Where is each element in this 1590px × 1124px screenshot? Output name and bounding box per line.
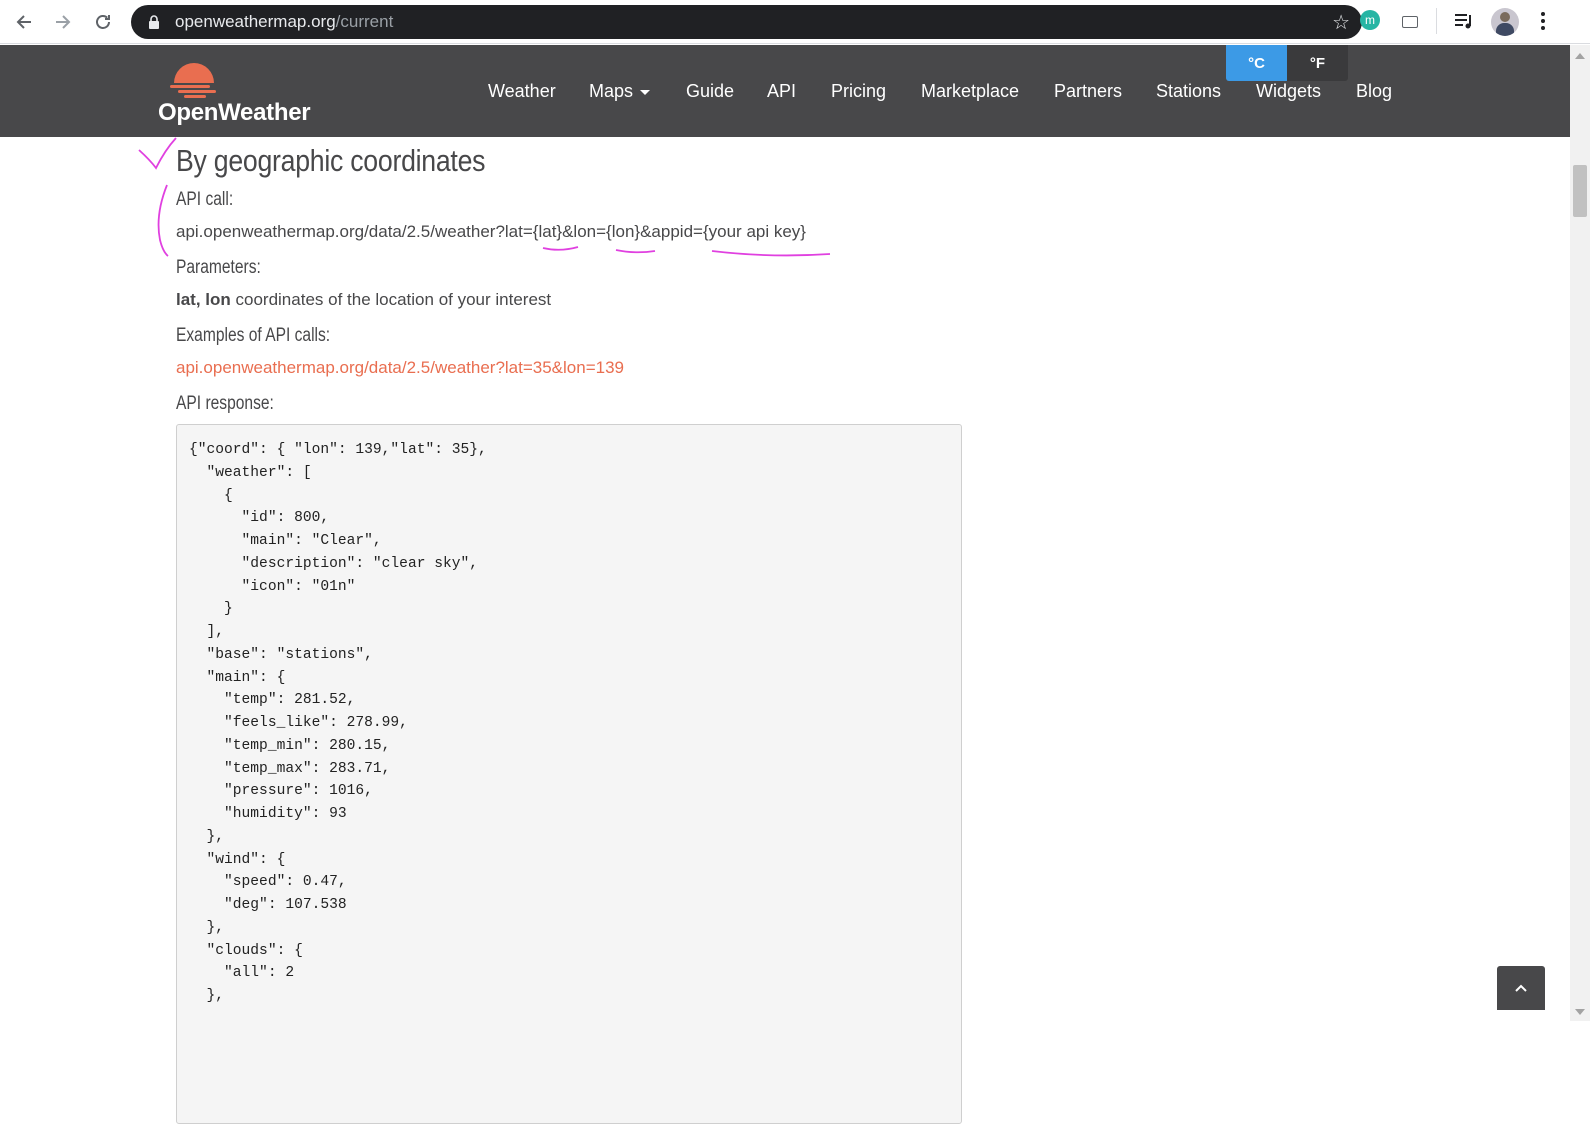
bracket-annotation	[157, 184, 169, 257]
underline-lat-annotation	[542, 246, 579, 251]
checkmark-annotation	[138, 137, 177, 170]
back-to-top-button[interactable]	[1497, 966, 1545, 1010]
underline-apikey-annotation	[711, 250, 831, 257]
chevron-up-icon	[1515, 984, 1527, 992]
underline-lon-annotation	[615, 249, 656, 254]
handwritten-annotations	[138, 137, 831, 257]
